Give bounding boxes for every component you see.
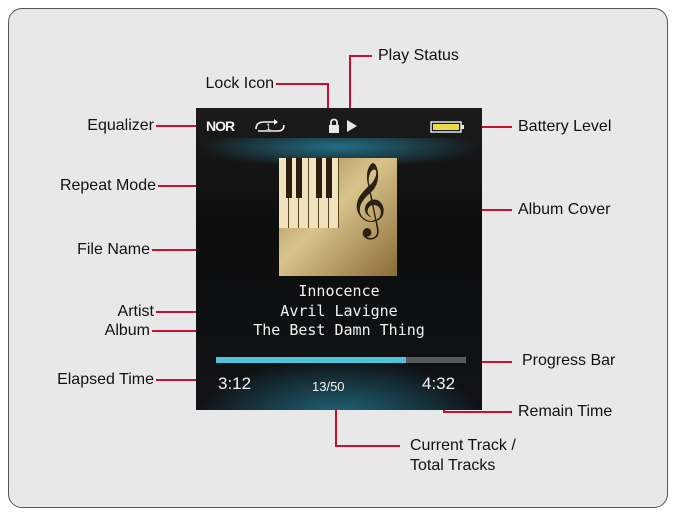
screen-file-name: Innocence	[298, 282, 380, 300]
label-equalizer: Equalizer	[87, 117, 154, 134]
screen-artist: Avril Lavigne	[280, 302, 398, 320]
label-repeat-mode: Repeat Mode	[59, 177, 156, 194]
label-file-name: File Name	[77, 241, 150, 258]
battery-icon	[430, 121, 464, 133]
lock-icon	[329, 118, 339, 133]
treble-clef-icon: 𝄞	[349, 163, 387, 237]
screen-album: The Best Damn Thing	[253, 321, 425, 339]
label-current-track-line1: Current Track /	[410, 437, 516, 454]
track-counter: 13/50	[312, 379, 345, 394]
elapsed-time: 3:12	[218, 374, 252, 393]
label-play-status: Play Status	[378, 47, 459, 64]
progress-bar-fill	[216, 357, 406, 363]
label-progress-bar: Progress Bar	[522, 352, 616, 369]
label-battery-level: Battery Level	[518, 118, 612, 135]
play-icon	[347, 120, 357, 132]
equalizer-indicator: NOR	[206, 118, 235, 134]
label-elapsed-time: Elapsed Time	[57, 371, 154, 388]
label-remain-time: Remain Time	[518, 403, 613, 420]
album-cover-image: 𝄞	[279, 158, 397, 276]
label-album-cover: Album Cover	[518, 201, 611, 218]
repeat-icon: 1	[255, 119, 285, 132]
label-album: Album	[104, 322, 150, 339]
player-screen: NOR 1 𝄞 Innocence Avril Lavigne The Best…	[196, 108, 482, 410]
label-current-track-line2: Total Tracks	[410, 457, 496, 474]
label-lock-icon: Lock Icon	[205, 75, 274, 92]
label-artist: Artist	[117, 303, 154, 320]
remain-time: 4:32	[422, 374, 456, 393]
progress-bar[interactable]	[216, 357, 466, 363]
repeat-mode-number: 1	[266, 122, 271, 132]
